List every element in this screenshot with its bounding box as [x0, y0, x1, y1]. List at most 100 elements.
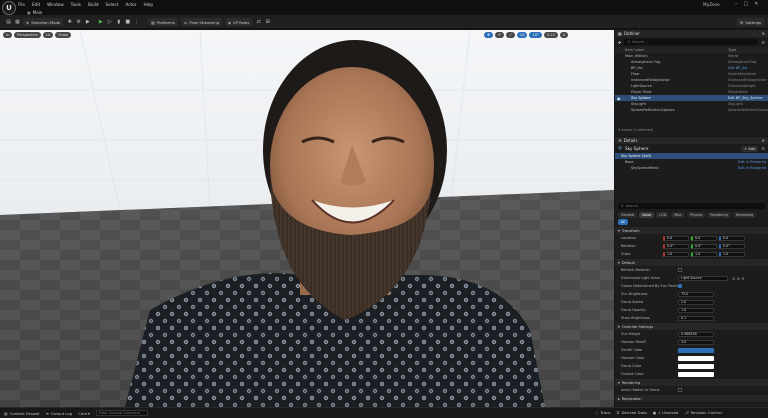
column-type[interactable]: Type — [728, 48, 736, 52]
category-override-settings[interactable]: ▾ Override Settings — [615, 323, 768, 330]
component-row[interactable]: SkySphereMesh Edit in Blueprint — [615, 165, 768, 171]
more-options-icon[interactable]: ⋮ — [133, 19, 140, 26]
show-button[interactable]: Show — [55, 31, 71, 38]
scale-z-field[interactable]: 1.0 — [719, 251, 745, 257]
trace-button[interactable]: ◌ Trace — [595, 410, 610, 415]
menu-window[interactable]: Window — [47, 2, 64, 7]
rotation-snap-button[interactable]: 10° — [529, 32, 542, 38]
camera-speed-button[interactable]: 4 — [559, 32, 569, 38]
horizon-falloff-field[interactable]: 3.0 — [678, 339, 714, 345]
sun-brightness-field[interactable]: 75.0 — [678, 291, 714, 297]
rotation-z-field[interactable]: 0.0° — [719, 243, 745, 249]
platforms-button[interactable]: ▤ Platforms — [148, 18, 178, 26]
stop-icon[interactable]: ■ — [124, 19, 131, 26]
tab-general[interactable]: General — [618, 212, 638, 218]
step-icon[interactable]: ▷ — [106, 19, 113, 26]
tab-misc[interactable]: Misc — [671, 212, 685, 218]
maximize-icon[interactable]: □ — [744, 1, 749, 7]
tab-physics[interactable]: Physics — [686, 212, 706, 218]
cloud-opacity-field[interactable]: 1.0 — [678, 307, 714, 313]
colors-by-sun-checkbox[interactable] — [678, 284, 682, 288]
overall-color-swatch[interactable] — [678, 371, 714, 377]
console-command-input[interactable]: Enter Console Command — [95, 410, 148, 416]
edit-in-blueprint-link[interactable]: Edit in Blueprint — [738, 166, 766, 170]
directional-light-select[interactable]: Light Source — [678, 275, 728, 281]
rotation-x-field[interactable]: 0.0° — [663, 243, 689, 249]
add-component-button[interactable]: + Add — [741, 145, 759, 152]
grid-snap-button[interactable]: 10 — [516, 32, 528, 38]
output-log-button[interactable]: ≡ Output Log — [46, 411, 72, 416]
tab-streaming[interactable]: Streaming — [732, 212, 757, 218]
horizon-color-swatch[interactable] — [678, 355, 714, 361]
outliner-search-input[interactable]: ⚲ Search... — [624, 39, 759, 45]
add-filter-icon[interactable]: ✚ — [618, 40, 621, 45]
close-icon[interactable]: ✕ — [754, 1, 758, 7]
content-icon[interactable]: ▦ — [14, 19, 21, 26]
source-control-icon[interactable]: ⇄ — [255, 19, 262, 26]
lit-button[interactable]: Lit — [42, 31, 54, 38]
browse-icon[interactable]: ⊙ ⊘ ✕ — [732, 276, 745, 281]
pixel-streaming-button[interactable]: ▭ Pixel Streaming — [180, 18, 223, 26]
location-z-field[interactable]: 0.0 — [719, 235, 745, 241]
zenith-color-swatch[interactable] — [678, 347, 714, 353]
close-icon[interactable]: ✕ — [762, 31, 765, 36]
revision-control-button[interactable]: ⎇ Revision Control — [684, 410, 721, 415]
column-item-label[interactable]: Item Label — [625, 48, 644, 52]
scale-x-field[interactable]: 1.0 — [663, 251, 689, 257]
menu-tools[interactable]: Tools — [71, 2, 81, 7]
selection-mode-button[interactable]: ➤ Selection Mode — [23, 18, 64, 26]
create-icon[interactable]: ✚ — [66, 19, 73, 26]
refresh-material-checkbox[interactable] — [678, 268, 682, 272]
scale-tool-icon[interactable]: ⤢ — [506, 32, 515, 38]
close-icon[interactable]: ✕ — [762, 138, 765, 143]
vp-roles-button[interactable]: ◈ VP Roles — [225, 18, 253, 26]
details-search-input[interactable]: ⚲ Search — [618, 203, 765, 209]
derived-data-button[interactable]: ⇅ Derived Data — [616, 410, 646, 415]
actor-hidden-checkbox[interactable] — [678, 388, 682, 392]
actor-name[interactable]: Sky Sphere — [625, 146, 649, 151]
row-type[interactable]: Edit BP_Avi — [728, 66, 747, 70]
settings-button[interactable]: ⚙ Settings — [737, 18, 764, 26]
sun-height-field[interactable]: 0.968556 — [678, 331, 714, 337]
menu-build[interactable]: Build — [88, 2, 99, 7]
level-viewport[interactable]: ≡ Perspective Lit Show ✥ ⟳ ⤢ 10 10° 0.25… — [0, 30, 614, 407]
location-y-field[interactable]: 0.0 — [691, 235, 717, 241]
unreal-logo[interactable]: U — [2, 1, 16, 15]
menu-edit[interactable]: Edit — [32, 2, 40, 7]
category-replication[interactable]: ▸ Replication — [615, 395, 768, 402]
category-transform[interactable]: ▾ Transform — [615, 227, 768, 234]
stars-brightness-field[interactable]: 0.1 — [678, 315, 714, 321]
category-rendering[interactable]: ▾ Rendering — [615, 379, 768, 386]
viewport-menu-button[interactable]: ≡ — [3, 31, 13, 38]
grid-icon[interactable]: ⊞ — [264, 19, 271, 26]
menu-file[interactable]: File — [18, 2, 25, 7]
pause-icon[interactable]: ▮ — [115, 19, 122, 26]
settings-icon[interactable]: ⚙ — [761, 40, 765, 45]
rotate-tool-icon[interactable]: ⟳ — [495, 32, 505, 38]
cloud-color-swatch[interactable] — [678, 363, 714, 369]
rotation-y-field[interactable]: 0.0° — [691, 243, 717, 249]
tab-actor[interactable]: Actor — [639, 212, 655, 218]
menu-help[interactable]: Help — [143, 2, 153, 7]
outliner-row[interactable]: SphereReflectionCapture SphereReflectionC… — [615, 107, 768, 113]
tab-all[interactable]: All — [618, 219, 629, 225]
cloud-speed-field[interactable]: 2.0 — [678, 299, 714, 305]
unsaved-button[interactable]: ▣ 1 Unsaved — [653, 410, 679, 415]
edit-in-blueprint-link[interactable]: Edit in Blueprint — [738, 160, 766, 164]
location-x-field[interactable]: 0.0 — [663, 235, 689, 241]
cinematics-icon[interactable]: ▶ — [84, 19, 91, 26]
play-icon[interactable]: ▶ — [97, 19, 104, 26]
perspective-button[interactable]: Perspective — [14, 31, 41, 38]
content-drawer-button[interactable]: ▤ Content Drawer — [4, 411, 40, 416]
visibility-icon[interactable]: ◉ — [617, 96, 621, 101]
menu-actor[interactable]: Actor — [125, 2, 136, 7]
row-type[interactable]: Edit BP_Sky_Sphere — [728, 96, 762, 100]
category-default[interactable]: ▾ Default — [615, 259, 768, 266]
scale-y-field[interactable]: 1.0 — [691, 251, 717, 257]
menu-select[interactable]: Select — [105, 2, 118, 7]
save-icon[interactable]: ▤ — [5, 19, 12, 26]
minimize-icon[interactable]: – — [735, 1, 738, 7]
cmd-dropdown[interactable]: Cmd ▾ — [78, 411, 90, 416]
translate-tool-icon[interactable]: ✥ — [484, 32, 494, 38]
scale-snap-button[interactable]: 0.25 — [543, 32, 558, 38]
